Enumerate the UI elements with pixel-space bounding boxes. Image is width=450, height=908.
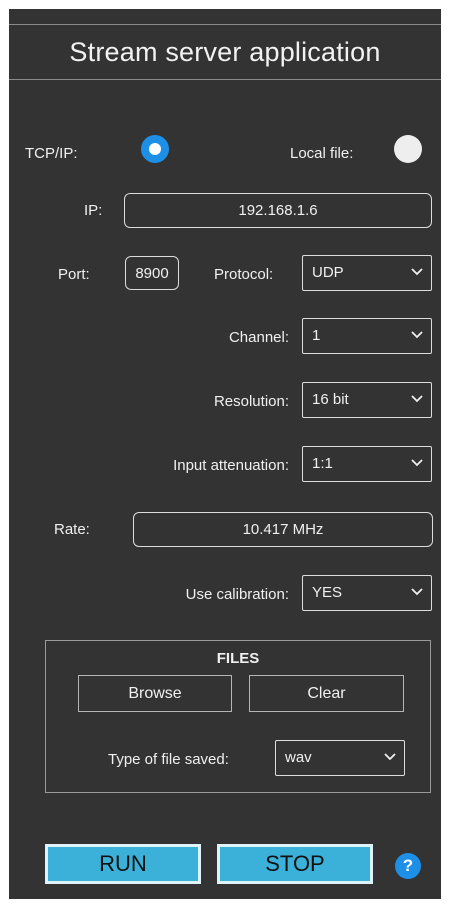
protocol-value: UDP [312, 264, 344, 281]
resolution-select[interactable]: 16 bit [302, 382, 432, 418]
files-title: FILES [216, 650, 260, 667]
calibration-label: Use calibration: [185, 586, 289, 603]
title-divider [9, 79, 441, 80]
chevron-down-icon [411, 268, 423, 276]
file-type-select[interactable]: wav [275, 740, 405, 776]
chevron-down-icon [411, 395, 423, 403]
resolution-label: Resolution: [213, 393, 289, 410]
rate-field: 10.417 MHz [133, 512, 433, 547]
port-input[interactable]: 8900 [125, 256, 179, 290]
port-label: Port: [58, 266, 90, 283]
chevron-down-icon [411, 331, 423, 339]
local-file-label: Local file: [290, 145, 354, 162]
channel-value: 1 [312, 327, 321, 344]
app-window: Stream server application TCP/IP: Local … [9, 9, 441, 899]
resolution-value: 16 bit [312, 391, 349, 408]
file-type-label: Type of file saved: [108, 751, 229, 768]
calibration-select[interactable]: YES [302, 575, 432, 611]
protocol-label: Protocol: [214, 266, 274, 283]
chevron-down-icon [411, 588, 423, 596]
channel-label: Channel: [228, 329, 289, 346]
calibration-value: YES [312, 584, 343, 601]
tcp-radio[interactable] [141, 135, 169, 163]
tcp-label: TCP/IP: [25, 145, 78, 162]
app-title: Stream server application [69, 37, 381, 67]
attenuation-select[interactable]: 1:1 [302, 446, 432, 482]
file-type-value: wav [285, 749, 312, 766]
browse-button[interactable]: Browse [78, 675, 232, 712]
chevron-down-icon [384, 753, 396, 761]
channel-select[interactable]: 1 [302, 318, 432, 354]
top-divider [9, 24, 441, 25]
local-file-radio[interactable] [394, 135, 422, 163]
files-group: FILES Browse Clear Type of file saved: w… [45, 640, 431, 793]
attenuation-value: 1:1 [312, 455, 333, 472]
protocol-select[interactable]: UDP [302, 255, 432, 291]
help-icon[interactable]: ? [395, 853, 421, 879]
ip-input[interactable]: 192.168.1.6 [124, 193, 432, 228]
rate-label: Rate: [54, 521, 90, 538]
clear-button[interactable]: Clear [249, 675, 404, 712]
chevron-down-icon [411, 459, 423, 467]
run-button[interactable]: RUN [45, 844, 201, 884]
stop-button[interactable]: STOP [217, 844, 373, 884]
ip-label: IP: [84, 202, 103, 219]
attenuation-label: Input attenuation: [173, 457, 289, 474]
